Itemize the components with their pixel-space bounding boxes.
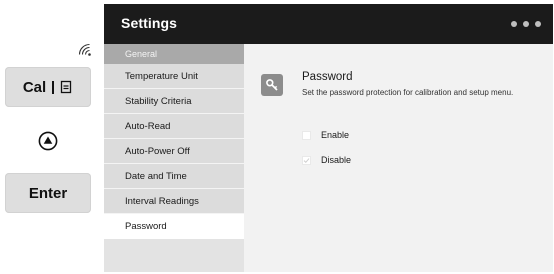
- sidebar-item-date-and-time[interactable]: Date and Time: [104, 164, 244, 189]
- password-title: Password: [302, 71, 353, 83]
- enter-label: Enter: [28, 184, 68, 202]
- device-panel: Cal Enter Settings General Temperature U…: [0, 0, 554, 274]
- settings-sidebar: General Temperature Unit Stability Crite…: [104, 44, 244, 272]
- sidebar-item-password[interactable]: Password: [104, 214, 244, 239]
- enter-button[interactable]: Enter: [5, 173, 91, 213]
- disable-option[interactable]: Disable: [302, 155, 351, 165]
- sidebar-item-interval-readings[interactable]: Interval Readings: [104, 189, 244, 214]
- enable-label: Enable: [321, 130, 350, 140]
- page-dot: [511, 21, 517, 27]
- page-dot: [535, 21, 541, 27]
- enable-option[interactable]: Enable: [302, 130, 349, 140]
- display-screen: Settings General Temperature Unit Stabil…: [104, 4, 553, 272]
- up-arrow-button[interactable]: [38, 131, 58, 151]
- sidebar-item-temperature-unit[interactable]: Temperature Unit: [104, 64, 244, 89]
- key-icon: [261, 74, 283, 96]
- sidebar-item-auto-read[interactable]: Auto-Read: [104, 114, 244, 139]
- disable-checkbox[interactable]: [302, 155, 311, 165]
- page-indicator: [511, 21, 541, 27]
- check-icon: [303, 157, 310, 163]
- title-bar: Settings: [104, 4, 553, 44]
- sidebar-item-stability-criteria[interactable]: Stability Criteria: [104, 89, 244, 114]
- disable-label: Disable: [321, 155, 352, 165]
- cal-label: Cal: [22, 78, 47, 96]
- password-description: Set the password protection for calibrat…: [302, 88, 514, 97]
- enable-checkbox[interactable]: [302, 130, 311, 140]
- password-panel: Password Set the password protection for…: [244, 44, 553, 272]
- page-dot: [523, 21, 529, 27]
- sidebar-item-general: General: [104, 44, 244, 64]
- cal-button[interactable]: Cal: [5, 67, 91, 107]
- page-title: Settings: [121, 15, 178, 31]
- separator: [52, 80, 55, 94]
- document-icon: [61, 80, 72, 94]
- sidebar-item-auto-power-off[interactable]: Auto-Power Off: [104, 139, 244, 164]
- signal-icon: [78, 43, 91, 56]
